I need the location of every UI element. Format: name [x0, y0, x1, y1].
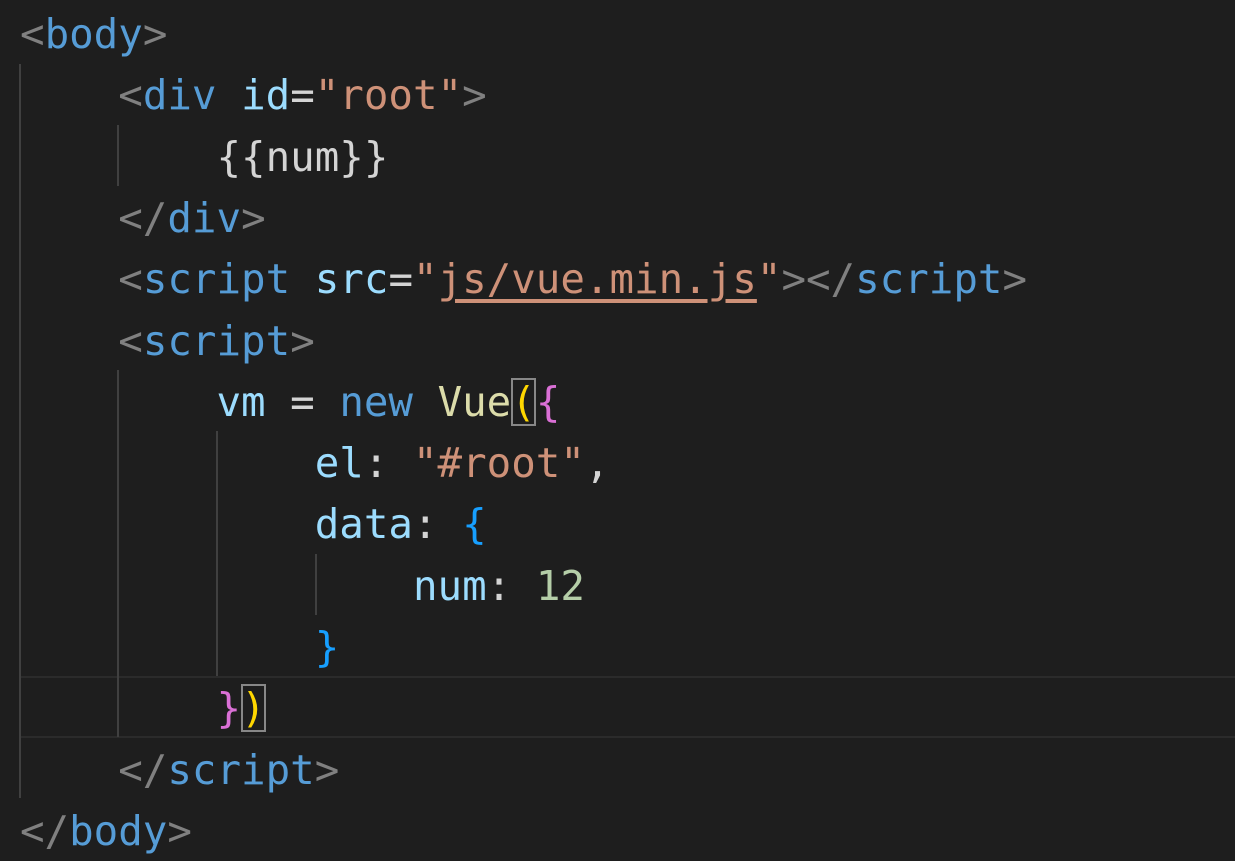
code-line[interactable]: <script src="js/vue.min.js"></script> — [20, 249, 1027, 310]
code-line[interactable]: </script> — [20, 740, 339, 801]
code-line[interactable]: data: { — [20, 494, 487, 555]
code-token: div — [142, 71, 217, 120]
code-token: ( — [511, 377, 536, 426]
code-token: < — [20, 10, 45, 58]
code-line[interactable]: } — [20, 617, 340, 678]
code-token: < — [118, 71, 143, 120]
code-token: > — [462, 71, 487, 120]
code-token: > — [167, 806, 192, 855]
code-token: body — [69, 806, 168, 855]
code-line[interactable]: num: 12 — [20, 556, 585, 617]
code-token: vm — [216, 377, 266, 426]
code-token: id — [241, 71, 291, 120]
code-token: = — [265, 377, 340, 426]
code-token: src — [314, 255, 389, 304]
code-token: script — [855, 255, 1003, 304]
code-token: ></ — [781, 255, 856, 304]
code-token: body — [44, 10, 143, 58]
code-line[interactable]: }) — [20, 678, 266, 739]
code-token: = — [388, 255, 413, 304]
code-token: { — [535, 377, 561, 426]
code-token: Vue — [437, 377, 512, 426]
code-token: { — [462, 500, 487, 549]
code-token: } — [314, 623, 340, 671]
code-token: {{num}} — [216, 132, 389, 181]
code-token: : — [413, 500, 463, 549]
code-token: " — [756, 255, 782, 304]
code-token: </ — [118, 193, 168, 242]
code-token: "root" — [314, 71, 463, 120]
code-token: data — [314, 500, 413, 549]
code-line[interactable]: <script> — [20, 311, 315, 372]
code-token: } — [216, 684, 242, 733]
code-token: js/vue.min.js — [437, 255, 757, 304]
code-token: : — [486, 561, 536, 610]
code-token: </ — [20, 806, 70, 855]
code-token: </ — [118, 745, 168, 794]
code-line[interactable]: <body> — [20, 4, 167, 65]
code-token: , — [584, 439, 610, 488]
code-token: 12 — [535, 561, 585, 610]
code-line[interactable]: <div id="root"> — [20, 65, 487, 126]
code-token: el — [314, 439, 364, 488]
code-token: = — [290, 71, 315, 120]
code-line[interactable]: vm = new Vue({ — [20, 372, 560, 433]
code-token: new — [339, 377, 413, 426]
code-token: " — [413, 255, 438, 304]
code-editor[interactable]: <body> <div id="root"> {{num}} </div> <s… — [0, 0, 1235, 861]
code-token: script — [167, 745, 315, 794]
code-token: > — [142, 10, 168, 58]
code-line[interactable]: el: "#root", — [20, 433, 610, 494]
code-token: script — [142, 255, 291, 304]
code-token: < — [118, 316, 143, 365]
code-token: div — [167, 193, 242, 242]
code-line[interactable]: </div> — [20, 188, 266, 249]
code-token: num — [413, 561, 487, 610]
code-token: > — [241, 193, 266, 242]
code-token: ) — [241, 684, 266, 733]
code-token: > — [1002, 255, 1028, 304]
code-token: script — [142, 316, 291, 365]
code-token: "#root" — [413, 439, 585, 488]
code-token: > — [290, 316, 315, 365]
code-token: : — [363, 439, 413, 488]
code-token: > — [314, 745, 340, 794]
code-line[interactable]: </body> — [20, 801, 192, 861]
code-line[interactable]: {{num}} — [20, 127, 389, 188]
code-token: < — [118, 255, 143, 304]
